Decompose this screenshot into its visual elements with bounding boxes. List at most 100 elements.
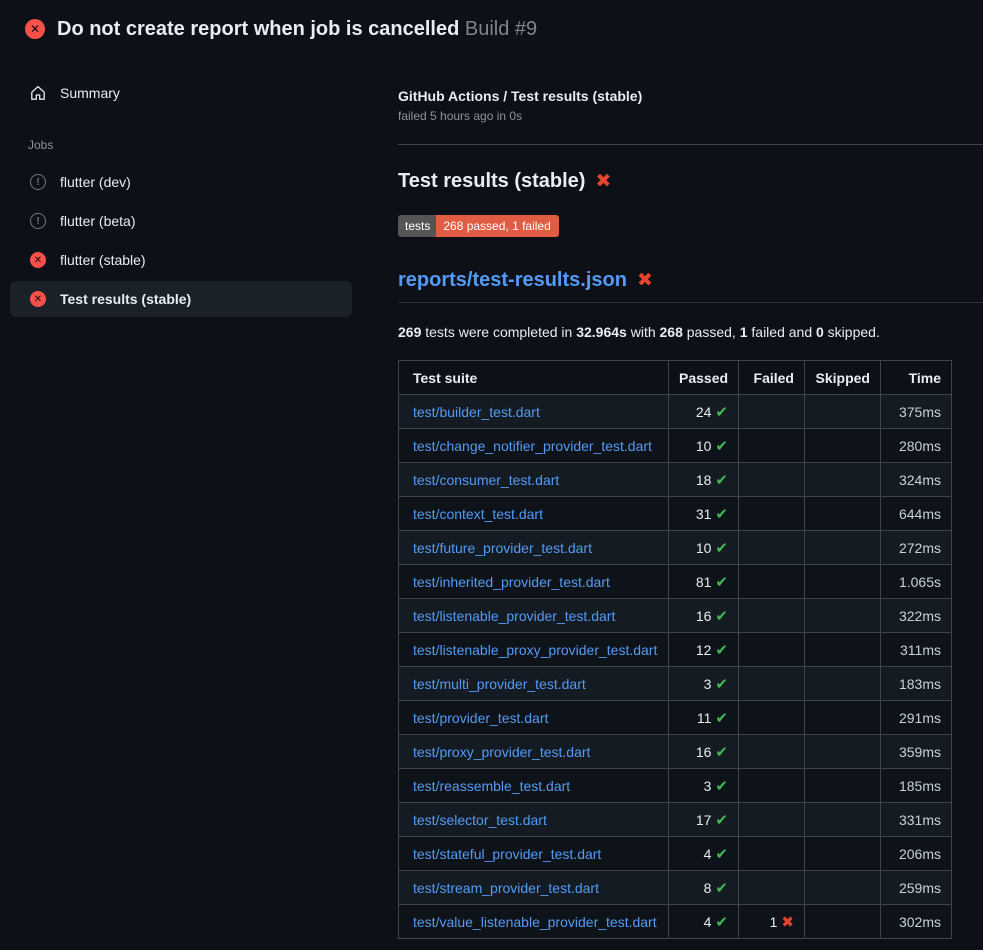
skipped-cell bbox=[805, 667, 881, 701]
cross-icon: ✖ bbox=[781, 914, 794, 931]
table-row: test/provider_test.dart 11✔ 291ms bbox=[399, 701, 952, 735]
passed-count: 268 bbox=[660, 324, 683, 340]
sidebar-job-item[interactable]: ! flutter (dev) bbox=[10, 164, 352, 200]
failed-count: 1 bbox=[740, 324, 748, 340]
skipped-cell bbox=[805, 463, 881, 497]
time-cell: 311ms bbox=[881, 633, 952, 667]
tests-badge-value: 268 passed, 1 failed bbox=[436, 215, 558, 237]
time-cell: 185ms bbox=[881, 769, 952, 803]
col-test-suite: Test suite bbox=[399, 361, 669, 395]
skipped-cell bbox=[805, 531, 881, 565]
sidebar-job-label: flutter (stable) bbox=[60, 252, 146, 268]
passed-cell: 31✔ bbox=[669, 497, 739, 531]
passed-cell: 18✔ bbox=[669, 463, 739, 497]
check-icon: ✔ bbox=[715, 506, 728, 523]
time-cell: 183ms bbox=[881, 667, 952, 701]
table-body: test/builder_test.dart 24✔ 375ms test/ch… bbox=[399, 395, 952, 939]
failed-cell bbox=[739, 871, 805, 905]
sidebar-job-label: flutter (beta) bbox=[60, 213, 135, 229]
test-suite-link[interactable]: test/stream_provider_test.dart bbox=[413, 880, 599, 896]
test-suite-link[interactable]: test/builder_test.dart bbox=[413, 404, 540, 420]
failed-cell bbox=[739, 769, 805, 803]
test-suite-link[interactable]: test/change_notifier_provider_test.dart bbox=[413, 438, 652, 454]
table-row: test/stateful_provider_test.dart 4✔ 206m… bbox=[399, 837, 952, 871]
sidebar-job-item[interactable]: ✕ flutter (stable) bbox=[10, 242, 352, 278]
table-row: test/value_listenable_provider_test.dart… bbox=[399, 905, 952, 939]
time-cell: 206ms bbox=[881, 837, 952, 871]
passed-cell: 24✔ bbox=[669, 395, 739, 429]
failed-cell bbox=[739, 531, 805, 565]
sidebar-summary-label: Summary bbox=[60, 85, 120, 101]
skipped-cell bbox=[805, 395, 881, 429]
sidebar-job-item[interactable]: ! flutter (beta) bbox=[10, 203, 352, 239]
test-suite-link[interactable]: test/reassemble_test.dart bbox=[413, 778, 570, 794]
sidebar-job-item[interactable]: ✕ Test results (stable) bbox=[10, 281, 352, 317]
check-icon: ✔ bbox=[715, 914, 728, 931]
test-suite-link[interactable]: test/listenable_proxy_provider_test.dart bbox=[413, 642, 657, 658]
test-suite-link[interactable]: test/consumer_test.dart bbox=[413, 472, 559, 488]
skipped-cell bbox=[805, 429, 881, 463]
failed-cell bbox=[739, 565, 805, 599]
test-suite-link[interactable]: test/context_test.dart bbox=[413, 506, 543, 522]
check-run-title: Test results (stable) ✖ bbox=[398, 170, 983, 193]
passed-cell: 11✔ bbox=[669, 701, 739, 735]
passed-cell: 4✔ bbox=[669, 905, 739, 939]
breadcrumb: GitHub Actions / Test results (stable) bbox=[398, 88, 983, 104]
failed-cell bbox=[739, 463, 805, 497]
time-cell: 302ms bbox=[881, 905, 952, 939]
test-results-table: Test suite Passed Failed Skipped Time te… bbox=[398, 360, 952, 939]
passed-cell: 16✔ bbox=[669, 599, 739, 633]
table-row: test/future_provider_test.dart 10✔ 272ms bbox=[399, 531, 952, 565]
cross-mark-icon: ✖ bbox=[595, 170, 611, 193]
check-icon: ✔ bbox=[715, 642, 728, 659]
table-header-row: Test suite Passed Failed Skipped Time bbox=[399, 361, 952, 395]
failed-status-icon: ✕ bbox=[30, 291, 46, 307]
failed-cell bbox=[739, 429, 805, 463]
check-icon: ✔ bbox=[715, 676, 728, 693]
failed-cell bbox=[739, 667, 805, 701]
time-cell: 324ms bbox=[881, 463, 952, 497]
passed-cell: 10✔ bbox=[669, 429, 739, 463]
sidebar-item-summary[interactable]: Summary bbox=[10, 75, 352, 111]
test-suite-link[interactable]: test/stateful_provider_test.dart bbox=[413, 846, 601, 862]
failed-cell bbox=[739, 701, 805, 735]
test-suite-link[interactable]: test/listenable_provider_test.dart bbox=[413, 608, 615, 624]
check-icon: ✔ bbox=[715, 812, 728, 829]
failed-cell bbox=[739, 633, 805, 667]
report-file-link[interactable]: reports/test-results.json bbox=[398, 269, 627, 292]
table-row: test/listenable_provider_test.dart 16✔ 3… bbox=[399, 599, 952, 633]
sidebar-job-label: Test results (stable) bbox=[60, 291, 191, 307]
warning-status-icon: ! bbox=[30, 174, 46, 190]
divider bbox=[398, 144, 983, 145]
table-row: test/selector_test.dart 17✔ 331ms bbox=[399, 803, 952, 837]
test-suite-link[interactable]: test/selector_test.dart bbox=[413, 812, 547, 828]
test-suite-link[interactable]: test/value_listenable_provider_test.dart bbox=[413, 914, 657, 930]
passed-cell: 8✔ bbox=[669, 871, 739, 905]
build-number: Build #9 bbox=[465, 18, 537, 40]
time-cell: 375ms bbox=[881, 395, 952, 429]
test-suite-link[interactable]: test/inherited_provider_test.dart bbox=[413, 574, 610, 590]
test-suite-link[interactable]: test/provider_test.dart bbox=[413, 710, 548, 726]
skipped-cell bbox=[805, 599, 881, 633]
build-title: Do not create report when job is cancell… bbox=[57, 18, 459, 40]
sidebar-job-label: flutter (dev) bbox=[60, 174, 131, 190]
passed-cell: 81✔ bbox=[669, 565, 739, 599]
table-row: test/proxy_provider_test.dart 16✔ 359ms bbox=[399, 735, 952, 769]
col-passed: Passed bbox=[669, 361, 739, 395]
jobs-section-label: Jobs bbox=[28, 138, 398, 152]
time-cell: 331ms bbox=[881, 803, 952, 837]
passed-cell: 17✔ bbox=[669, 803, 739, 837]
test-suite-link[interactable]: test/future_provider_test.dart bbox=[413, 540, 592, 556]
time-cell: 272ms bbox=[881, 531, 952, 565]
tests-badge: tests 268 passed, 1 failed bbox=[398, 215, 559, 237]
time-cell: 359ms bbox=[881, 735, 952, 769]
test-suite-link[interactable]: test/multi_provider_test.dart bbox=[413, 676, 586, 692]
failed-cell bbox=[739, 837, 805, 871]
time-cell: 644ms bbox=[881, 497, 952, 531]
check-icon: ✔ bbox=[715, 880, 728, 897]
failed-status-icon: ✕ bbox=[30, 252, 46, 268]
skipped-cell bbox=[805, 497, 881, 531]
skipped-cell bbox=[805, 633, 881, 667]
test-suite-link[interactable]: test/proxy_provider_test.dart bbox=[413, 744, 590, 760]
passed-cell: 3✔ bbox=[669, 667, 739, 701]
